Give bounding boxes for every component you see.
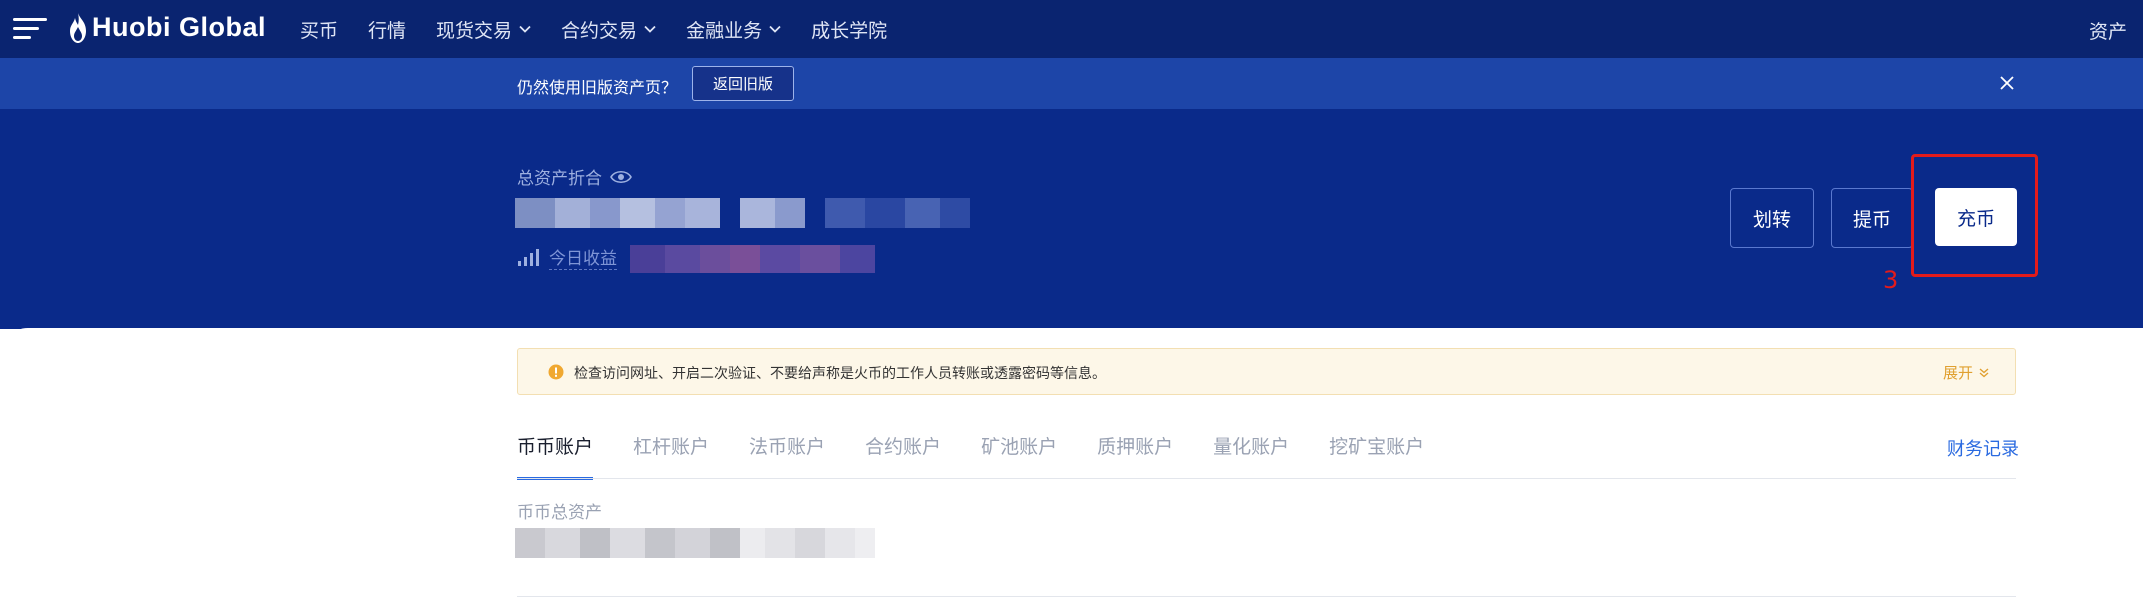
account-tab[interactable]: 法币账户 <box>749 432 825 480</box>
account-tab[interactable]: 挖矿宝账户 <box>1329 432 1424 480</box>
old-version-banner: 仍然使用旧版资产页？ 返回旧版 <box>0 58 2143 109</box>
account-total-value-redacted <box>515 528 875 558</box>
chevron-down-icon <box>519 25 531 33</box>
account-tab[interactable]: 矿池账户 <box>981 432 1057 480</box>
account-tab[interactable]: 币币账户 <box>517 432 594 480</box>
nav-item[interactable]: 合约交易 <box>561 16 656 43</box>
security-notice: 检查访问网址、开启二次验证、不要给声称是火币的工作人员转账或透露密码等信息。 展… <box>517 348 2016 395</box>
account-total-label: 币币总资产 <box>517 503 602 523</box>
today-earnings-value-redacted <box>630 245 875 273</box>
expand-label: 展开 <box>1942 364 1973 382</box>
nav-item[interactable]: 现货交易 <box>436 16 531 43</box>
nav-item-label: 买币 <box>300 19 339 42</box>
account-tab[interactable]: 质押账户 <box>1097 432 1173 480</box>
tabs-divider <box>517 478 2016 479</box>
today-earnings-label[interactable]: 今日收益 <box>549 244 617 270</box>
close-icon[interactable] <box>1998 74 2016 92</box>
logo[interactable]: Huobi Global <box>68 12 266 43</box>
step-annotation-number: 3 <box>1883 266 1899 294</box>
account-tab[interactable]: 杠杆账户 <box>633 432 709 480</box>
banner-text: 仍然使用旧版资产页？ <box>517 78 678 97</box>
account-tab[interactable]: 合约账户 <box>865 432 941 480</box>
chevron-down-icon <box>644 25 656 33</box>
chevron-down-icon <box>769 25 781 33</box>
asset-summary-header <box>0 109 2143 329</box>
logo-text: Huobi Global <box>92 12 266 42</box>
nav-item[interactable]: 成长学院 <box>811 16 887 43</box>
nav-item-label: 合约交易 <box>561 19 638 42</box>
nav-item[interactable]: 买币 <box>300 16 338 43</box>
return-old-version-button[interactable]: 返回旧版 <box>692 66 794 101</box>
nav-item-label: 成长学院 <box>811 19 888 42</box>
nav-item[interactable]: 行情 <box>368 16 406 43</box>
account-tabs: 币币账户 杠杆账户 法币账户 合约账户 矿池账户 质押账户 量化账户 挖矿宝账户 <box>517 432 1464 480</box>
signal-bars-icon <box>518 249 539 266</box>
top-navbar: Huobi Global 买币 行情 现货交易 合约交易 金融业务 成长学院 资产 <box>0 0 2143 58</box>
finance-records-link[interactable]: 财务记录 <box>1947 435 2019 461</box>
notice-text: 检查访问网址、开启二次验证、不要给声称是火币的工作人员转账或透露密码等信息。 <box>574 366 1106 382</box>
total-assets-value-redacted <box>515 198 980 228</box>
eye-icon[interactable] <box>610 169 632 185</box>
transfer-button[interactable]: 划转 <box>1730 188 1814 248</box>
menu-icon[interactable] <box>13 18 47 40</box>
double-chevron-down-icon <box>1979 367 1989 377</box>
nav-menu: 买币 行情 现货交易 合约交易 金融业务 成长学院 <box>300 0 917 58</box>
nav-item-label: 行情 <box>368 19 407 42</box>
expand-notice-button[interactable]: 展开 <box>1943 362 1989 383</box>
total-assets-text: 总资产折合 <box>517 169 602 189</box>
nav-item-label: 现货交易 <box>436 19 513 42</box>
section-divider <box>517 596 2016 597</box>
nav-item-label: 金融业务 <box>686 19 763 42</box>
account-tab[interactable]: 量化账户 <box>1213 432 1289 480</box>
assets-link[interactable]: 资产 <box>2089 17 2127 44</box>
withdraw-button[interactable]: 提币 <box>1831 188 1913 248</box>
warning-icon <box>548 364 564 380</box>
today-earnings-row: 今日收益 <box>517 244 617 270</box>
deposit-highlight-box <box>1911 154 2038 277</box>
total-assets-label: 总资产折合 <box>517 164 632 189</box>
nav-item[interactable]: 金融业务 <box>686 16 781 43</box>
flame-icon <box>70 12 86 43</box>
